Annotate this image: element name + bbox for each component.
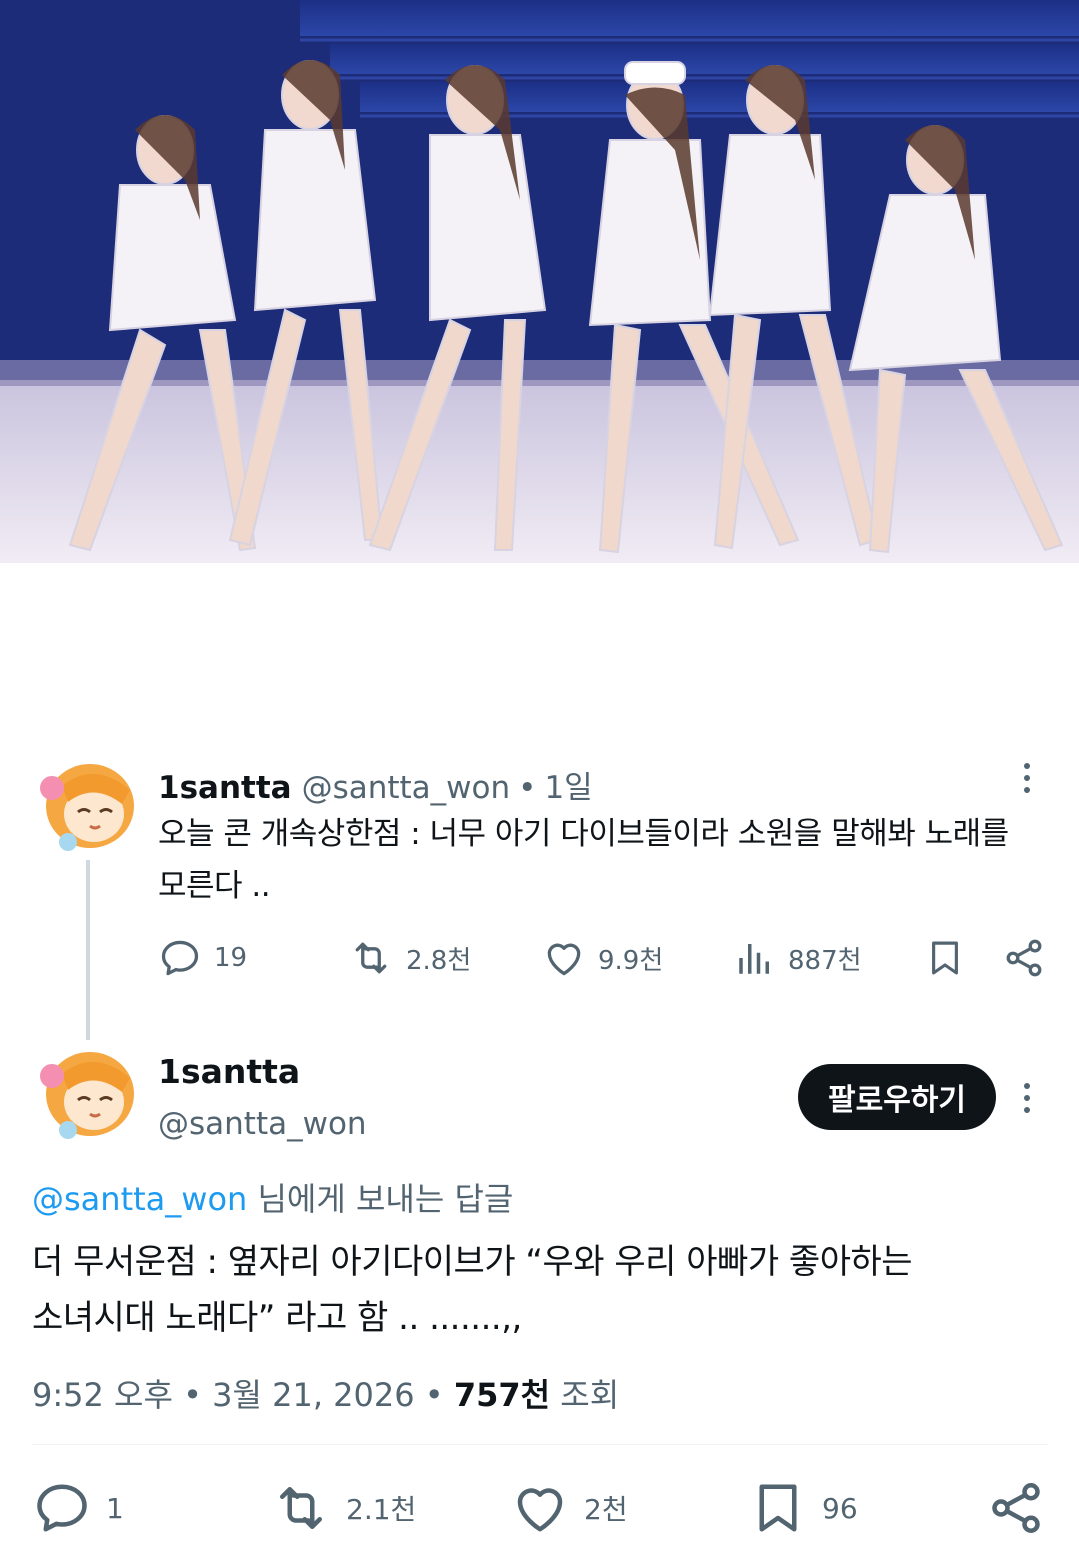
reply-icon — [37, 1484, 87, 1532]
reply-icon — [161, 940, 199, 976]
avatar[interactable] — [34, 756, 138, 860]
tweet2-action-bar: 1 2.1천 2천 96 — [32, 1478, 1048, 1538]
reply-button[interactable]: 1 — [32, 1478, 124, 1538]
more-dot-icon — [1024, 763, 1030, 769]
separator-dot: • — [518, 770, 537, 806]
reply-button[interactable]: 19 — [158, 934, 247, 982]
view-count: 757천 — [453, 1376, 551, 1414]
avatar[interactable] — [34, 1044, 138, 1148]
like-count: 9.9천 — [598, 945, 664, 976]
bookmark-icon — [759, 1484, 797, 1532]
tweet1-header: 1santta @santta_won • 1일 — [158, 762, 593, 806]
user-handle[interactable]: @santta_won — [158, 1106, 367, 1142]
share-icon — [992, 1483, 1040, 1533]
avatar-image — [34, 1044, 138, 1148]
tweet-time[interactable]: 9:52 오후 — [32, 1376, 173, 1414]
share-icon — [1006, 939, 1042, 977]
reply-count: 19 — [214, 943, 248, 973]
bookmark-count: 96 — [822, 1491, 858, 1525]
bookmark-icon — [932, 941, 958, 975]
display-name[interactable]: 1santta — [158, 1052, 300, 1091]
follow-button[interactable]: 팔로우하기 — [798, 1064, 996, 1130]
tweet-text-line: 소녀시대 노래다” 라고 함 .. .......,, — [32, 1298, 522, 1338]
display-name[interactable]: 1santta — [158, 770, 292, 806]
more-dot-icon — [1024, 787, 1030, 793]
bookmark-button[interactable]: 96 — [748, 1478, 858, 1538]
views-button[interactable]: 887천 — [734, 934, 862, 982]
retweet-button[interactable]: 2.8천 — [348, 934, 471, 982]
stage-photo-image — [0, 0, 1079, 563]
thread-connector-line — [86, 860, 90, 1040]
user-handle[interactable]: @santta_won — [302, 770, 511, 806]
view-count: 887천 — [788, 945, 862, 976]
tweet1-text: 오늘 콘 개속상한점 : 너무 아기 다이브들이라 소원을 말해봐 노래를 모른… — [158, 808, 1038, 912]
reply-count: 1 — [106, 1491, 124, 1525]
more-dot-icon — [1024, 775, 1030, 781]
reply-to-suffix: 님에게 보내는 답글 — [247, 1180, 514, 1218]
tweet-time[interactable]: 1일 — [544, 762, 592, 807]
share-button[interactable] — [1002, 934, 1046, 982]
tweet-text-line: 모른다 .. — [158, 868, 271, 904]
avatar-image — [34, 756, 138, 860]
more-options-button[interactable] — [1012, 758, 1042, 798]
tweet-text-line: 오늘 콘 개속상한점 : 너무 아기 다이브들이라 소원을 말해봐 노래를 — [158, 816, 1009, 852]
like-button[interactable]: 2천 — [510, 1478, 628, 1538]
tweet-date[interactable]: 3월 21, 2026 — [212, 1376, 414, 1414]
tweet2-text: 더 무서운점 : 옆자리 아기다이브가 “우와 우리 아빠가 좋아하는 소녀시대… — [32, 1234, 1032, 1346]
like-button[interactable]: 9.9천 — [542, 934, 663, 982]
tweet-metadata: 9:52 오후 • 3월 21, 2026 • 757천 조회 — [32, 1370, 619, 1416]
separator-dot: • — [424, 1376, 444, 1414]
more-dot-icon — [1024, 1107, 1030, 1113]
tweet-text-line: 더 무서운점 : 옆자리 아기다이브가 “우와 우리 아빠가 좋아하는 — [32, 1242, 913, 1282]
like-count: 2천 — [584, 1493, 628, 1526]
retweet-count: 2.8천 — [406, 945, 472, 976]
retweet-icon — [280, 1487, 322, 1529]
tweet-photo[interactable] — [0, 0, 1079, 563]
bookmark-button[interactable] — [924, 934, 966, 982]
replying-to-line: @santta_won 님에게 보내는 답글 — [32, 1174, 513, 1220]
divider — [32, 1444, 1048, 1445]
more-dot-icon — [1024, 1083, 1030, 1089]
reply-mention-link[interactable]: @santta_won — [32, 1180, 247, 1218]
share-button[interactable] — [986, 1478, 1046, 1538]
retweet-icon — [355, 942, 387, 974]
heart-icon — [547, 943, 581, 976]
retweet-count: 2.1천 — [346, 1493, 417, 1526]
analytics-icon — [739, 944, 769, 974]
heart-icon — [517, 1488, 563, 1532]
more-options-button[interactable] — [1012, 1078, 1042, 1118]
tweet1-action-bar: 19 2.8천 9.9천 887천 — [158, 934, 1048, 982]
retweet-button[interactable]: 2.1천 — [270, 1478, 416, 1538]
views-label: 조회 — [560, 1376, 620, 1414]
more-dot-icon — [1024, 1095, 1030, 1101]
separator-dot: • — [183, 1376, 202, 1414]
